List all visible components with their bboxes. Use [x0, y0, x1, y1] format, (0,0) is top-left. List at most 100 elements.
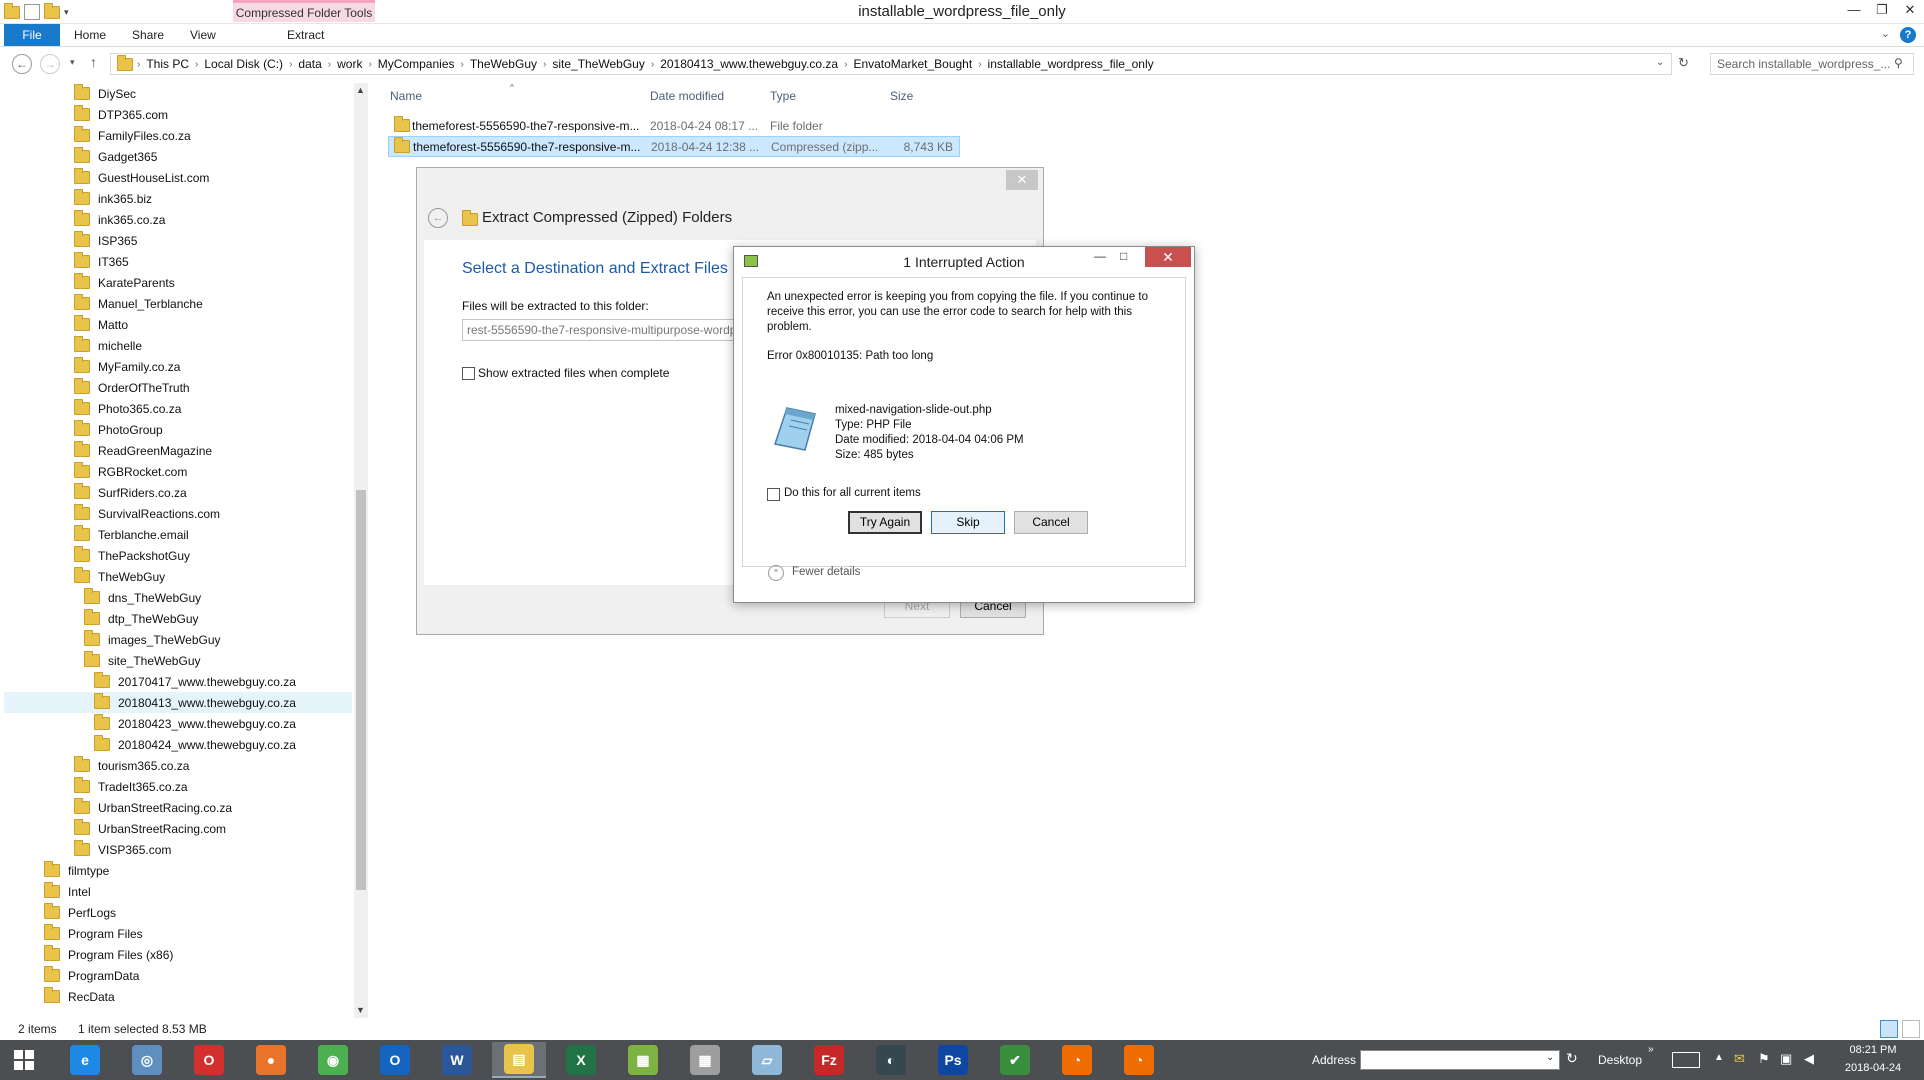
tree-item[interactable]: filmtype	[44, 860, 109, 881]
properties-icon[interactable]	[24, 4, 40, 20]
column-type[interactable]: Type	[770, 89, 796, 103]
tree-item[interactable]: site_TheWebGuy	[84, 650, 201, 671]
chevron-up-icon[interactable]: ⌃	[768, 565, 784, 581]
tree-item[interactable]: 20170417_www.thewebguy.co.za	[94, 671, 296, 692]
tree-item[interactable]: 20180424_www.thewebguy.co.za	[94, 734, 296, 755]
tree-item[interactable]: Program Files	[44, 923, 143, 944]
refresh-icon[interactable]: ↻	[1678, 55, 1689, 71]
address-field[interactable]: › This PC › Local Disk (C:) › data › work › …	[110, 53, 1672, 75]
taskbar-app-filezilla[interactable]: Fz	[802, 1042, 856, 1078]
breadcrumb-data[interactable]: data	[292, 57, 327, 71]
taskbar-address-input[interactable]	[1360, 1050, 1560, 1070]
tree-item[interactable]: michelle	[74, 335, 142, 356]
search-input[interactable]: Search installable_wordpress_...	[1710, 53, 1914, 75]
new-folder-icon[interactable]	[44, 2, 60, 19]
tree-item[interactable]: Terblanche.email	[74, 524, 189, 545]
tab-home[interactable]: Home	[62, 24, 118, 46]
dialog-close-button[interactable]: ✕	[1145, 247, 1191, 267]
tree-item[interactable]: RGBRocket.com	[74, 461, 187, 482]
search-icon[interactable]: ⚲	[1894, 56, 1903, 70]
tree-item[interactable]: SurfRiders.co.za	[74, 482, 187, 503]
tab-view[interactable]: View	[178, 24, 228, 46]
column-name[interactable]: Name	[390, 89, 422, 103]
network-icon[interactable]: ▣	[1780, 1051, 1792, 1067]
tree-item[interactable]: ink365.co.za	[74, 209, 165, 230]
dialog-cancel-button[interactable]: Cancel	[1014, 511, 1088, 534]
volume-icon[interactable]: ◀	[1804, 1051, 1814, 1067]
breadcrumb-installable[interactable]: installable_wordpress_file_only	[982, 57, 1160, 71]
column-date-modified[interactable]: Date modified	[650, 89, 724, 103]
breadcrumb-mycompanies[interactable]: MyCompanies	[372, 57, 461, 71]
breadcrumb-local-disk[interactable]: Local Disk (C:)	[198, 57, 289, 71]
taskbar-app-photoshop[interactable]: Ps	[926, 1042, 980, 1078]
tree-item[interactable]: ProgramData	[44, 965, 139, 986]
tree-item[interactable]: PhotoGroup	[74, 419, 163, 440]
tree-item[interactable]: UrbanStreetRacing.com	[74, 818, 226, 839]
address-dropdown-icon[interactable]: ⌄	[1546, 1052, 1554, 1063]
tree-item[interactable]: ISP365	[74, 230, 137, 251]
breadcrumb-20180413[interactable]: 20180413_www.thewebguy.co.za	[654, 57, 844, 71]
tree-item[interactable]: dtp_TheWebGuy	[84, 608, 199, 629]
taskbar-app-game[interactable]: ▦	[616, 1042, 670, 1078]
minimize-button[interactable]: —	[1840, 0, 1868, 22]
tree-item[interactable]: KarateParents	[74, 272, 175, 293]
nav-scrollbar-thumb[interactable]	[356, 490, 366, 890]
help-icon[interactable]: ?	[1900, 27, 1916, 43]
tree-item[interactable]: ThePackshotGuy	[74, 545, 190, 566]
breadcrumb-work[interactable]: work	[331, 57, 368, 71]
recent-locations-icon[interactable]: ▾	[70, 57, 75, 68]
tree-item[interactable]: images_TheWebGuy	[84, 629, 221, 650]
clock-date[interactable]: 2018-04-24	[1838, 1062, 1908, 1074]
tree-item[interactable]: PerfLogs	[44, 902, 116, 923]
up-arrow-icon[interactable]: ↑	[90, 54, 97, 70]
breadcrumb-site-thewebguy[interactable]: site_TheWebGuy	[546, 57, 651, 71]
taskbar-app-firefox[interactable]: ●	[244, 1042, 298, 1078]
breadcrumb-this-pc[interactable]: This PC	[140, 57, 195, 71]
back-button[interactable]: ←	[12, 54, 32, 74]
taskbar-app-opera[interactable]: O	[182, 1042, 236, 1078]
taskbar-app-chrome[interactable]: ◉	[306, 1042, 360, 1078]
tree-item[interactable]: Matto	[74, 314, 128, 335]
customize-chevron-icon[interactable]: ▾	[64, 7, 69, 18]
desktop-toolbar-label[interactable]: Desktop	[1598, 1053, 1642, 1067]
tree-item[interactable]: VISP365.com	[74, 839, 171, 860]
tree-item[interactable]: DTP365.com	[74, 104, 168, 125]
destination-input[interactable]: rest-5556590-the7-responsive-multipurpos…	[462, 319, 734, 341]
tree-item[interactable]: dns_TheWebGuy	[84, 587, 201, 608]
dialog-maximize-button[interactable]: □	[1120, 249, 1127, 263]
taskbar-app-greenshot[interactable]: ✔	[988, 1042, 1042, 1078]
start-button[interactable]	[14, 1050, 34, 1070]
tab-extract[interactable]: Extract	[275, 24, 336, 46]
taskbar-app-notepad[interactable]: ▱	[740, 1042, 794, 1078]
scroll-up-icon[interactable]: ▲	[356, 85, 365, 95]
tree-item[interactable]: 20180413_www.thewebguy.co.za	[4, 692, 352, 713]
dialog-minimize-button[interactable]: —	[1094, 249, 1106, 263]
wizard-back-button[interactable]: ←	[428, 208, 448, 228]
tree-item[interactable]: TheWebGuy	[74, 566, 165, 587]
tree-item[interactable]: Photo365.co.za	[74, 398, 181, 419]
tab-file[interactable]: File	[4, 24, 60, 46]
tree-item[interactable]: 20180423_www.thewebguy.co.za	[94, 713, 296, 734]
flag-icon[interactable]: ⚑	[1758, 1051, 1770, 1067]
restore-button[interactable]: ❐	[1868, 0, 1896, 22]
clock-time[interactable]: 08:21 PM	[1838, 1044, 1908, 1056]
tray-expand-icon[interactable]: ▲	[1714, 1052, 1724, 1063]
keyboard-icon[interactable]	[1672, 1052, 1700, 1068]
tree-item[interactable]: RecData	[44, 986, 115, 1007]
taskbar-app-safari[interactable]: ◎	[120, 1042, 174, 1078]
taskbar-app-orange-app-2[interactable]: ◔	[1112, 1042, 1166, 1078]
tree-item[interactable]: FamilyFiles.co.za	[74, 125, 191, 146]
taskbar-app-outlook[interactable]: O	[368, 1042, 422, 1078]
table-row[interactable]: themeforest-5556590-the7-responsive-m...…	[390, 115, 960, 136]
tree-item[interactable]: UrbanStreetRacing.co.za	[74, 797, 232, 818]
tree-item[interactable]: Program Files (x86)	[44, 944, 173, 965]
scroll-down-icon[interactable]: ▼	[356, 1005, 365, 1015]
breadcrumb-thewebguy[interactable]: TheWebGuy	[464, 57, 543, 71]
tree-item[interactable]: ink365.biz	[74, 188, 152, 209]
forward-button[interactable]: →	[40, 54, 60, 74]
tree-item[interactable]: tourism365.co.za	[74, 755, 189, 776]
taskbar-app-media-player[interactable]: ◐	[864, 1042, 918, 1078]
tree-item[interactable]: IT365	[74, 251, 129, 272]
toolbar-expand-icon[interactable]: »	[1648, 1044, 1654, 1055]
taskbar-app-word[interactable]: W	[430, 1042, 484, 1078]
